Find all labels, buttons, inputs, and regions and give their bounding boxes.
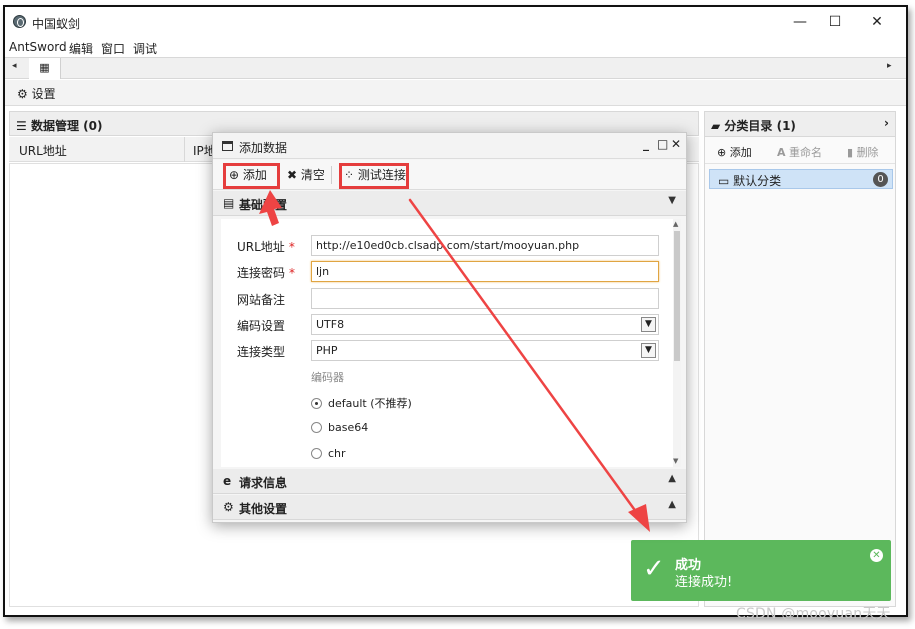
category-panel: ▰ 分类目录 (1) › ⊕ 添加 A 重命名 ▮ 删除 ▭ 默认分类 0 [704,111,896,607]
close-icon: ✖ [287,168,298,182]
password-label: 连接密码 [237,266,286,280]
section-request-info[interactable]: e 请求信息 ▲ [213,469,686,494]
encoding-value: UTF8 [316,318,345,331]
password-input[interactable]: ljn [311,261,659,282]
success-toast: ✓ 成功 连接成功! ✕ [631,540,891,601]
tab-strip: ◂ ▦ ▸ [5,57,906,79]
encoder-option-chr[interactable]: chr [311,447,346,460]
chevron-down-icon: ▼ [641,317,656,332]
font-icon: A [777,146,786,159]
e-icon: e [223,474,232,488]
trash-icon: ▮ [847,146,854,159]
settings-label: 设置 [31,87,56,101]
type-label: 连接类型 [237,345,286,359]
section-other-settings[interactable]: ⚙ 其他设置 ▲ [213,495,686,520]
type-value: PHP [316,344,338,357]
encoder-title: 编码器 [311,371,344,384]
highlight-add-button [223,163,280,189]
type-select[interactable]: PHP ▼ [311,340,659,361]
dialog-minimize-button[interactable]: _ [643,137,649,151]
column-url[interactable]: URL地址 [19,142,67,159]
list-icon: ☰ [16,119,27,133]
clear-button[interactable]: ✖ 清空 [287,166,325,183]
rename-category-button[interactable]: A 重命名 [777,144,822,160]
settings-button[interactable]: ⚙ 设置 [17,85,56,102]
gear-icon: ⚙ [17,87,28,101]
tab-scroll-left-icon[interactable]: ◂ [12,61,17,71]
menu-bar: AntSword 编辑 窗口 调试 [5,37,906,57]
add-data-dialog: 添加数据 _ □ ✕ ⊕ 添加 ✖ 清空 ⁘ 测试连接 ▤ 基础配置 ▼ URL… [212,132,687,523]
close-window-button[interactable]: ✕ [867,12,887,32]
radio-icon [311,448,322,459]
tab-scroll-right-icon[interactable]: ▸ [887,61,892,71]
delete-category-button[interactable]: ▮ 删除 [847,144,879,160]
category-toolbar: ⊕ 添加 A 重命名 ▮ 删除 [705,138,895,164]
url-label: URL地址 [237,240,285,254]
encoding-select[interactable]: UTF8 ▼ [311,314,659,335]
form-scrollbar[interactable]: ▲ ▼ [673,219,681,467]
folder-outline-icon: ▭ [718,174,730,188]
note-label: 网站备注 [237,293,286,307]
add-category-button[interactable]: ⊕ 添加 [717,144,752,160]
dialog-maximize-button[interactable]: □ [657,137,668,151]
chevron-down-icon: ▼ [668,195,676,206]
required-mark: * [288,240,295,254]
antsword-logo-icon [13,15,26,28]
menu-debug[interactable]: 调试 [133,40,157,57]
basic-config-form: URL地址 * http://e10ed0cb.clsadp.com/start/… [221,219,681,467]
category-count-badge: 0 [873,172,888,187]
menu-edit[interactable]: 编辑 [69,40,93,57]
radio-checked-icon [311,398,322,409]
check-icon: ✓ [643,554,665,584]
window-icon [222,141,233,151]
radio-icon [311,422,322,433]
toast-message: 连接成功! [675,575,733,590]
title-bar: 中国蚁剑 — ☐ ✕ [5,7,906,37]
file-icon: ▤ [223,196,235,210]
menu-window[interactable]: 窗口 [101,40,125,57]
dialog-title-bar[interactable]: 添加数据 _ □ ✕ [213,133,686,159]
category-item-default[interactable]: ▭ 默认分类 0 [709,169,893,189]
url-input[interactable]: http://e10ed0cb.clsadp.com/start/mooyuan… [311,235,659,256]
encoder-option-default[interactable]: default (不推荐) [311,395,412,411]
maximize-button[interactable]: ☐ [825,12,845,32]
note-input[interactable] [311,288,659,309]
settings-bar: ⚙ 设置 [5,80,906,106]
section-basic-config[interactable]: ▤ 基础配置 ▼ [213,191,686,216]
required-mark: * [289,266,296,280]
highlight-test-button [339,163,409,189]
minimize-button[interactable]: — [790,12,810,32]
gears-icon: ⚙ [223,500,234,514]
scroll-down-icon[interactable]: ▼ [673,457,678,465]
chevron-right-icon[interactable]: › [884,116,889,130]
toast-close-icon[interactable]: ✕ [870,549,883,562]
watermark: CSDN @mooyuan天天 [736,606,891,622]
folder-icon: ▰ [711,119,721,133]
window-title: 中国蚁剑 [32,17,81,31]
dialog-title: 添加数据 [239,141,288,155]
scroll-up-icon[interactable]: ▲ [673,220,678,228]
encoder-option-base64[interactable]: base64 [311,421,368,434]
chevron-up-icon: ▲ [668,499,676,510]
category-panel-title: 分类目录 (1) [724,119,796,133]
menu-antsword[interactable]: AntSword [9,40,67,54]
plus-circle-icon: ⊕ [717,146,727,159]
encoding-label: 编码设置 [237,319,286,333]
chevron-down-icon: ▼ [641,343,656,358]
dialog-close-button[interactable]: ✕ [671,137,681,151]
chevron-up-icon: ▲ [668,473,676,484]
scroll-thumb[interactable] [674,231,680,361]
data-panel-title: 数据管理 (0) [30,119,103,133]
category-item-label: 默认分类 [733,174,782,188]
dialog-toolbar: ⊕ 添加 ✖ 清空 ⁘ 测试连接 [213,160,686,190]
category-panel-header: ▰ 分类目录 (1) › [705,112,895,137]
tab-home-grid-icon[interactable]: ▦ [29,58,61,79]
